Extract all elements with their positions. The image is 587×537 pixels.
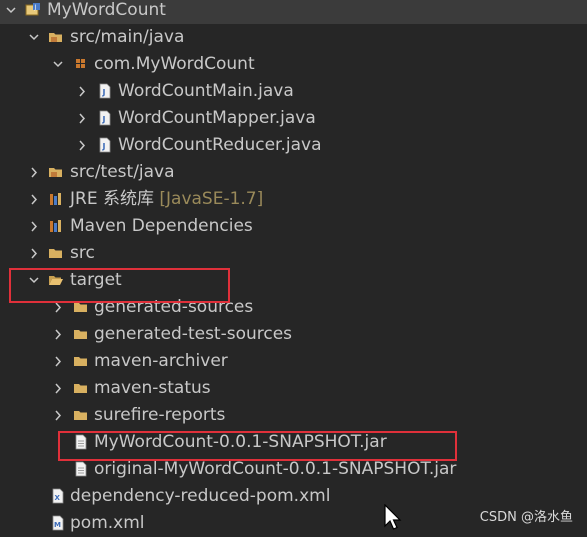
watermark: CSDN @洛水鱼 [479,510,573,525]
java-project-icon: J [25,3,40,16]
chevron-down-icon[interactable] [29,275,39,286]
chevron-right-icon[interactable] [29,194,39,205]
mouse-cursor-icon [384,504,402,530]
tree-item-generated-sources[interactable]: generated-sources [0,294,587,321]
source-folder-icon [49,33,62,42]
chevron-right-icon[interactable] [29,221,39,232]
library-icon [50,193,61,205]
folder-icon [74,357,87,366]
tree-item-src-test-java[interactable]: src/test/java [0,159,587,186]
tree-item-label: target [70,270,122,290]
tree-item-maven-status[interactable]: maven-status [0,375,587,402]
tree-item-label: com.MyWordCount [94,54,255,74]
tree-item-generated-test-sources[interactable]: generated-test-sources [0,321,587,348]
java-file-icon: J [99,137,111,153]
tree-item-label: original-MyWordCount-0.0.1-SNAPSHOT.jar [94,459,457,479]
tree-item-label: dependency-reduced-pom.xml [70,486,331,506]
tree-item-surefire-reports[interactable]: surefire-reports [0,402,587,429]
package-icon [76,59,85,68]
chevron-down-icon[interactable] [6,5,16,16]
file-icon [75,461,87,477]
folder-icon [74,303,87,312]
tree-item-jre-library[interactable]: JRE 系统库 [JavaSE-1.7] [0,186,587,213]
java-file-icon: J [99,110,111,126]
tree-item-snapshot-jar[interactable]: MyWordCount-0.0.1-SNAPSHOT.jar [0,429,587,456]
svg-text:X: X [55,494,61,502]
folder-open-icon [49,276,63,285]
tree-item-original-snapshot-jar[interactable]: original-MyWordCount-0.0.1-SNAPSHOT.jar [0,456,587,483]
tree-item-label: maven-archiver [94,351,228,371]
file-icon [75,434,87,450]
tree-item-src-main-java[interactable]: src/main/java [0,24,587,51]
tree-item-wordcountmapper[interactable]: J WordCountMapper.java [0,105,587,132]
chevron-right-icon[interactable] [53,383,63,394]
tree-item-wordcountreducer[interactable]: J WordCountReducer.java [0,132,587,159]
tree-item-label: WordCountReducer.java [118,135,322,155]
chevron-right-icon[interactable] [53,302,63,313]
tree-item-wordcountmain[interactable]: J WordCountMain.java [0,78,587,105]
folder-icon [74,384,87,393]
chevron-right-icon[interactable] [77,140,87,151]
tree-item-label: maven-status [94,378,211,398]
project-explorer-tree: J MyWordCount src/main/java com.MyWordCo… [0,0,587,537]
folder-icon [49,249,62,258]
chevron-right-icon[interactable] [53,356,63,367]
svg-text:J: J [102,88,106,97]
tree-item-label: generated-sources [94,297,254,317]
tree-item-label: JRE 系统库 [JavaSE-1.7] [70,189,264,209]
tree-item-src[interactable]: src [0,240,587,267]
source-folder-icon [49,168,62,177]
tree-item-label: WordCountMain.java [118,81,294,101]
chevron-right-icon[interactable] [53,410,63,421]
tree-item-package[interactable]: com.MyWordCount [0,51,587,78]
tree-item-myworcount-project[interactable]: J MyWordCount [0,0,587,24]
xml-file-icon: M [52,515,64,531]
tree-item-maven-archiver[interactable]: maven-archiver [0,348,587,375]
tree-item-label: MyWordCount [47,0,166,20]
chevron-down-icon[interactable] [53,59,63,70]
library-icon [50,220,61,232]
tree-item-label: src [70,243,95,263]
xml-file-icon: X [52,488,64,504]
tree-item-suffix: [JavaSE-1.7] [159,189,264,209]
tree-item-label: generated-test-sources [94,324,293,344]
java-file-icon: J [99,83,111,99]
svg-text:J: J [102,115,106,124]
svg-text:M: M [54,521,61,529]
tree-item-label: Maven Dependencies [70,216,253,236]
folder-icon [74,411,87,420]
tree-item-target[interactable]: target [0,267,587,294]
chevron-right-icon[interactable] [29,248,39,259]
tree-item-label: MyWordCount-0.0.1-SNAPSHOT.jar [94,432,387,452]
chevron-right-icon[interactable] [53,329,63,340]
svg-text:J: J [34,4,37,11]
chevron-right-icon[interactable] [29,167,39,178]
folder-icon [74,330,87,339]
tree-item-maven-dependencies[interactable]: Maven Dependencies [0,213,587,240]
tree-item-label: WordCountMapper.java [118,108,316,128]
tree-item-label: surefire-reports [94,405,226,425]
tree-item-label: src/test/java [70,162,175,182]
tree-item-label: src/main/java [70,27,185,47]
chevron-right-icon[interactable] [77,86,87,97]
svg-text:J: J [102,142,106,151]
chevron-right-icon[interactable] [77,113,87,124]
chevron-down-icon[interactable] [29,32,39,43]
